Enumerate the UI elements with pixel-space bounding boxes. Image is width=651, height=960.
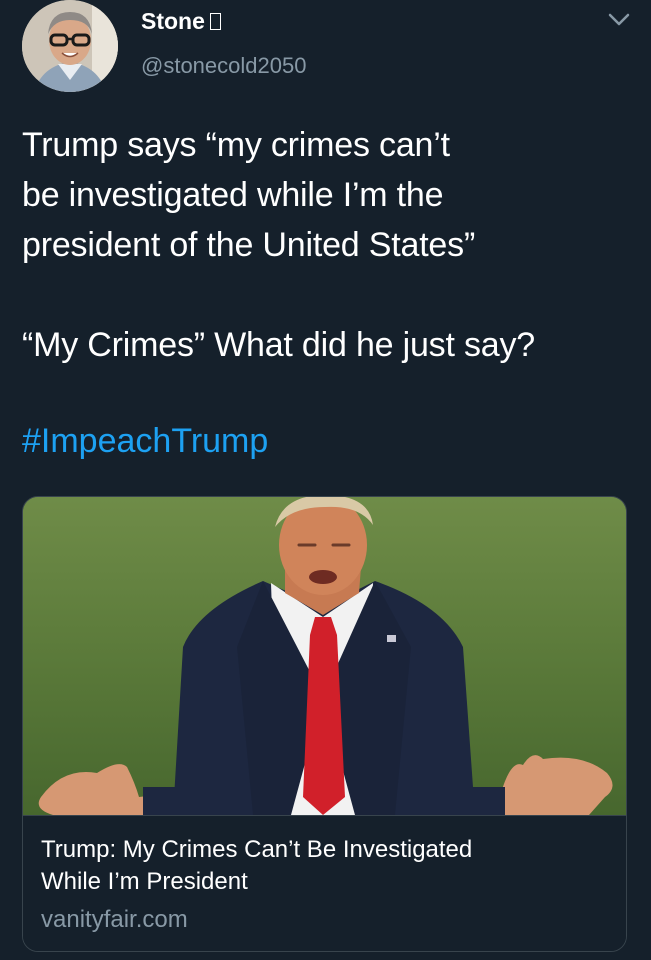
tweet-text-line: “My Crimes” What did he just say? bbox=[22, 326, 535, 364]
tweet-text-line: president of the United States” bbox=[22, 226, 476, 264]
tweet-text-line: be investigated while I’m the bbox=[22, 176, 444, 214]
card-domain: vanityfair.com bbox=[41, 906, 188, 933]
tweet[interactable]: Stone @stonecold2050 Trump says “my crim… bbox=[0, 0, 651, 960]
tweet-text-line: Trump says “my crimes can’t bbox=[22, 126, 450, 164]
missing-glyph-icon bbox=[209, 13, 221, 30]
avatar-photo bbox=[22, 0, 118, 92]
avatar[interactable] bbox=[22, 0, 118, 92]
card-title-line: While I’m President bbox=[41, 868, 248, 895]
user-handle[interactable]: @stonecold2050 bbox=[141, 53, 306, 79]
link-preview-card[interactable]: Trump: My Crimes Can’t Be Investigated W… bbox=[22, 496, 627, 952]
card-title-line: Trump: My Crimes Can’t Be Investigated bbox=[41, 836, 473, 863]
chevron-down-icon[interactable] bbox=[606, 10, 632, 30]
display-name-text: Stone bbox=[141, 8, 205, 34]
tweet-text: Trump says “my crimes can’t be investiga… bbox=[22, 120, 632, 370]
photo-of-speaker-icon bbox=[23, 497, 626, 815]
card-image bbox=[23, 497, 626, 815]
card-title: Trump: My Crimes Can’t Be Investigated W… bbox=[41, 834, 601, 898]
card-body: Trump: My Crimes Can’t Be Investigated W… bbox=[23, 815, 626, 951]
hashtag-link[interactable]: #ImpeachTrump bbox=[22, 416, 268, 466]
display-name[interactable]: Stone bbox=[141, 8, 221, 35]
